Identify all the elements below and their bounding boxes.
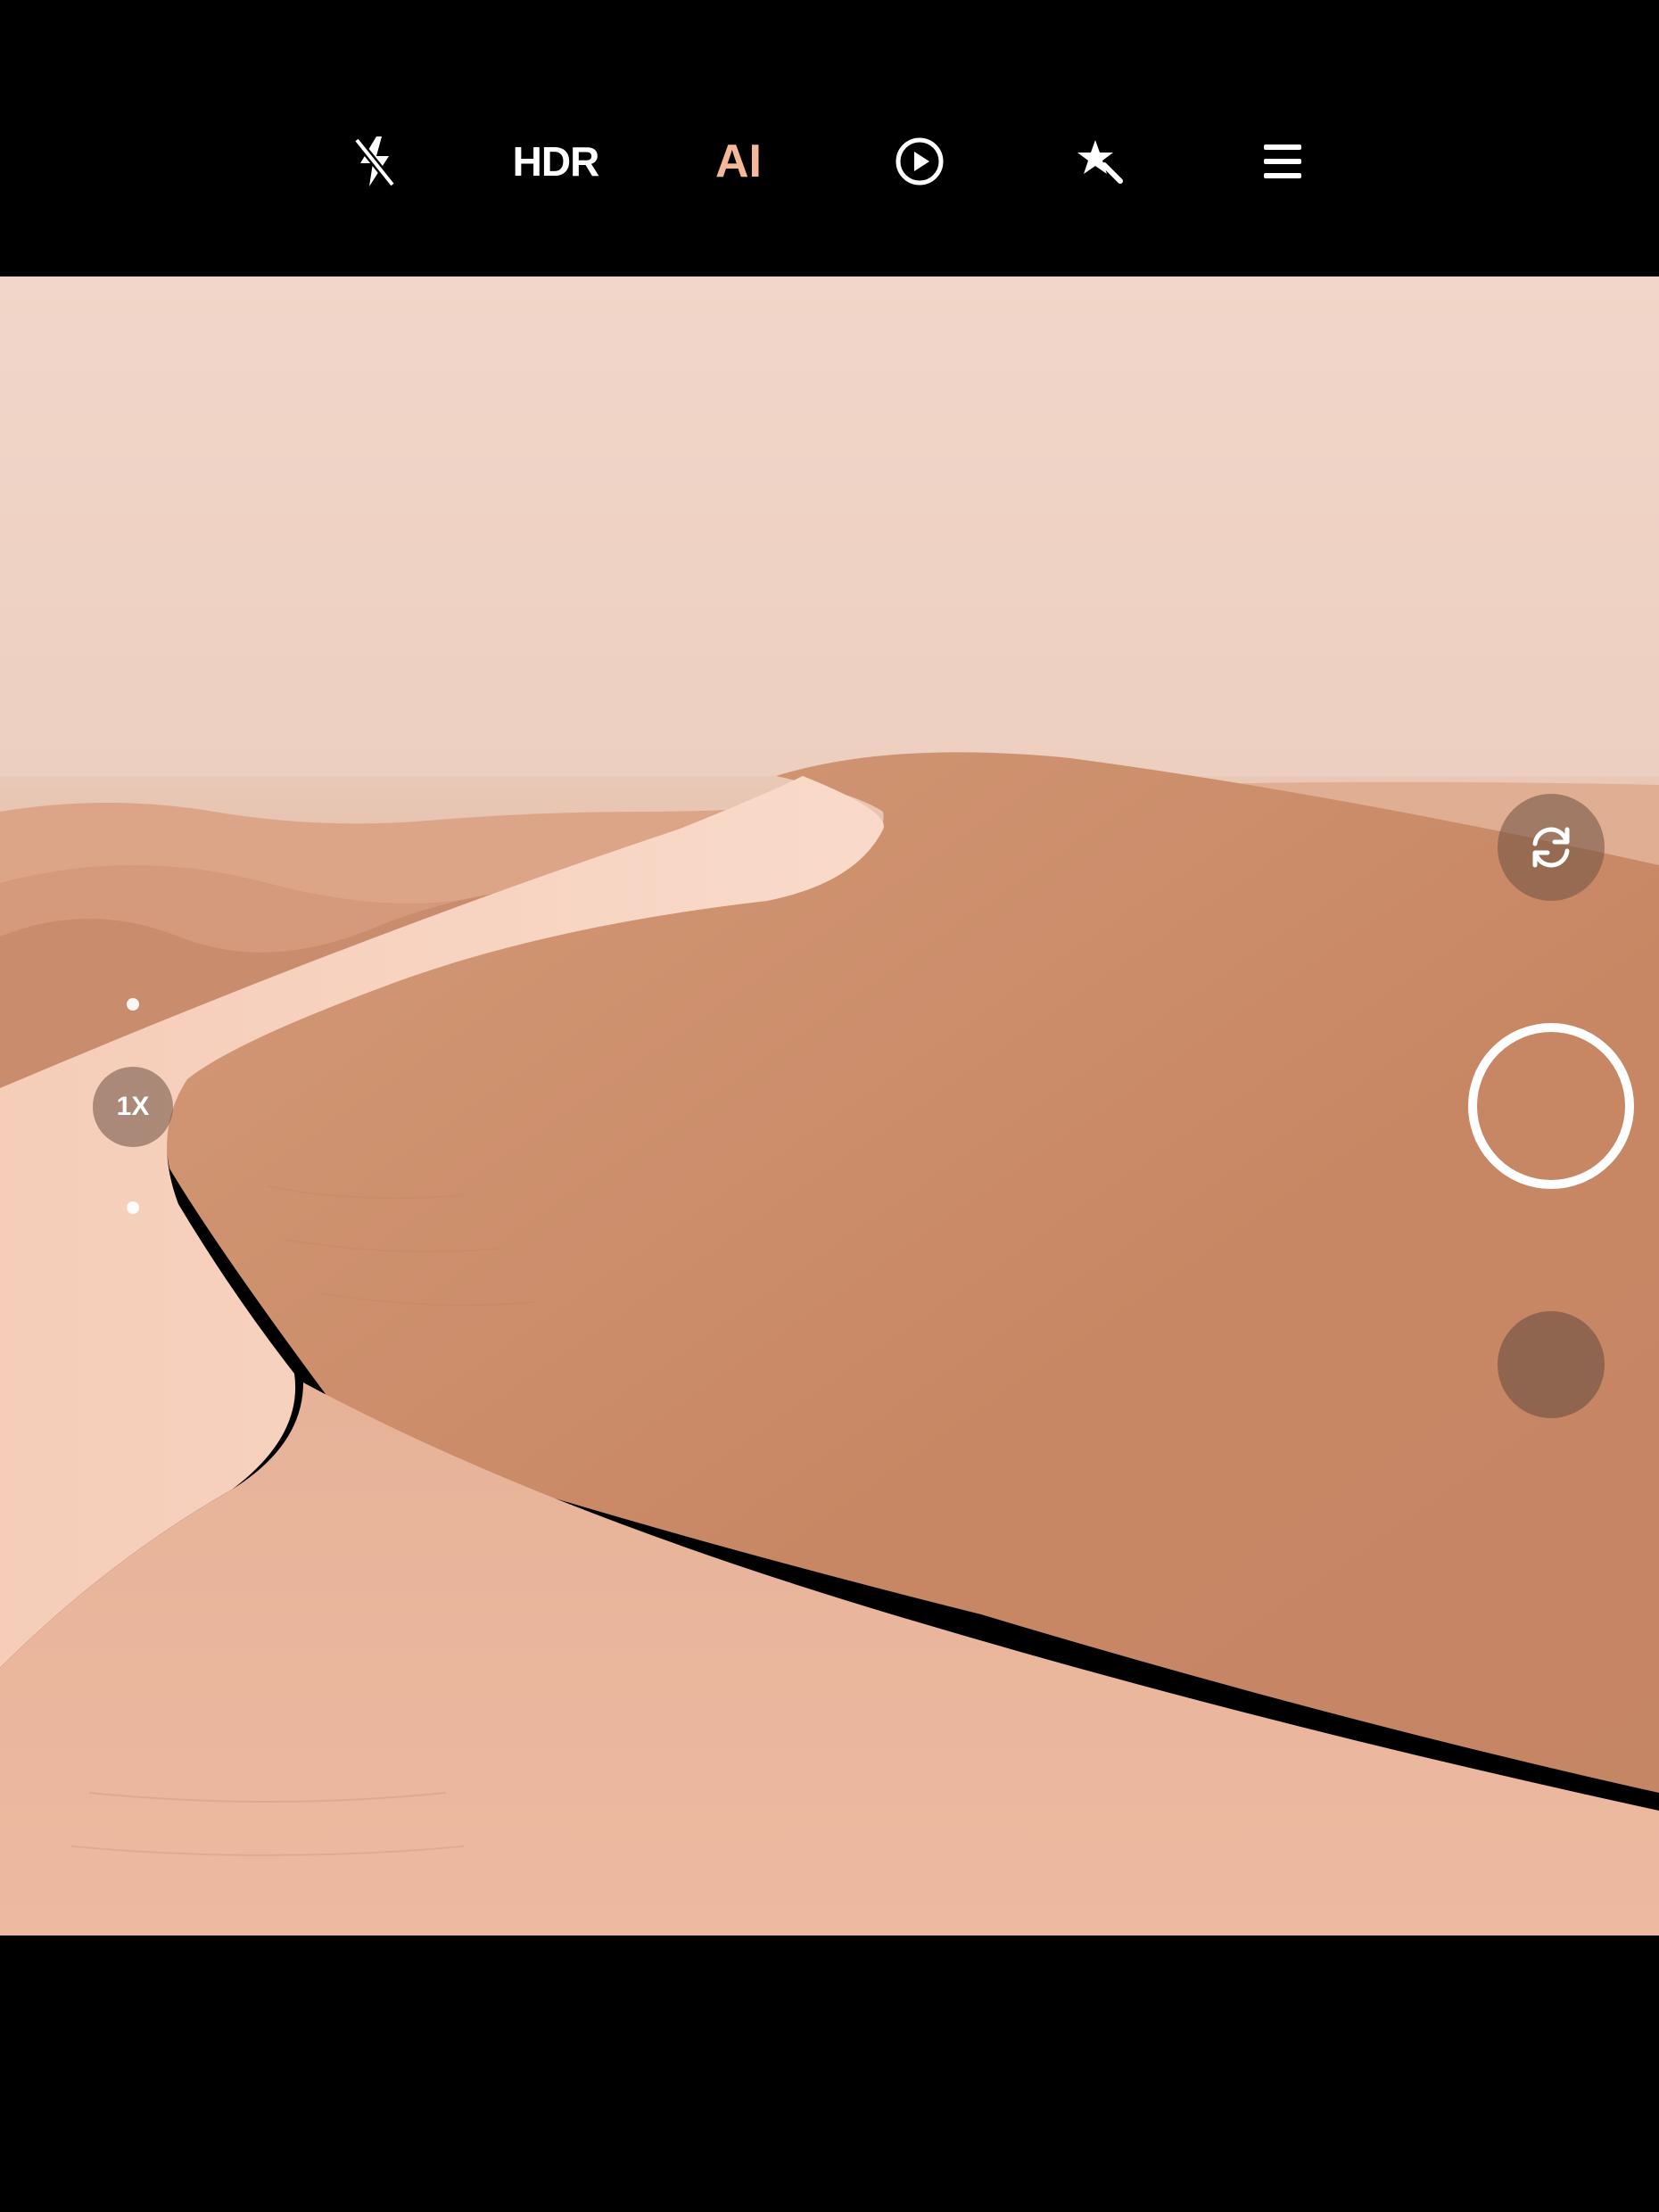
sparkle-wand-icon: [1077, 140, 1123, 184]
ai-toggle-button[interactable]: AI: [715, 135, 762, 188]
zoom-step-indicator-upper[interactable]: [127, 998, 139, 1011]
play-circle-icon: [896, 137, 944, 186]
hamburger-menu-icon: [1264, 144, 1301, 178]
filters-button[interactable]: [1076, 136, 1126, 186]
flash-off-icon: [353, 136, 396, 187]
camera-app: HDR AI 1X: [0, 0, 1659, 2212]
zoom-step-indicator-lower[interactable]: [127, 1201, 139, 1214]
zoom-level-button[interactable]: 1X: [93, 1067, 173, 1147]
shutter-button[interactable]: [1468, 1023, 1634, 1189]
flash-toggle-button[interactable]: [350, 133, 400, 190]
viewfinder[interactable]: 1X: [0, 276, 1659, 1936]
camera-switch-icon: [1532, 827, 1570, 868]
camera-bottom-bar: [0, 1936, 1659, 2212]
menu-button[interactable]: [1262, 143, 1303, 180]
switch-camera-button[interactable]: [1498, 794, 1605, 901]
gallery-thumbnail-button[interactable]: [1498, 1311, 1605, 1418]
live-photo-button[interactable]: [894, 136, 945, 187]
hdr-toggle-button[interactable]: HDR: [513, 137, 600, 186]
camera-top-toolbar: HDR AI: [0, 0, 1659, 276]
desert-dune-preview: [0, 276, 1659, 1936]
